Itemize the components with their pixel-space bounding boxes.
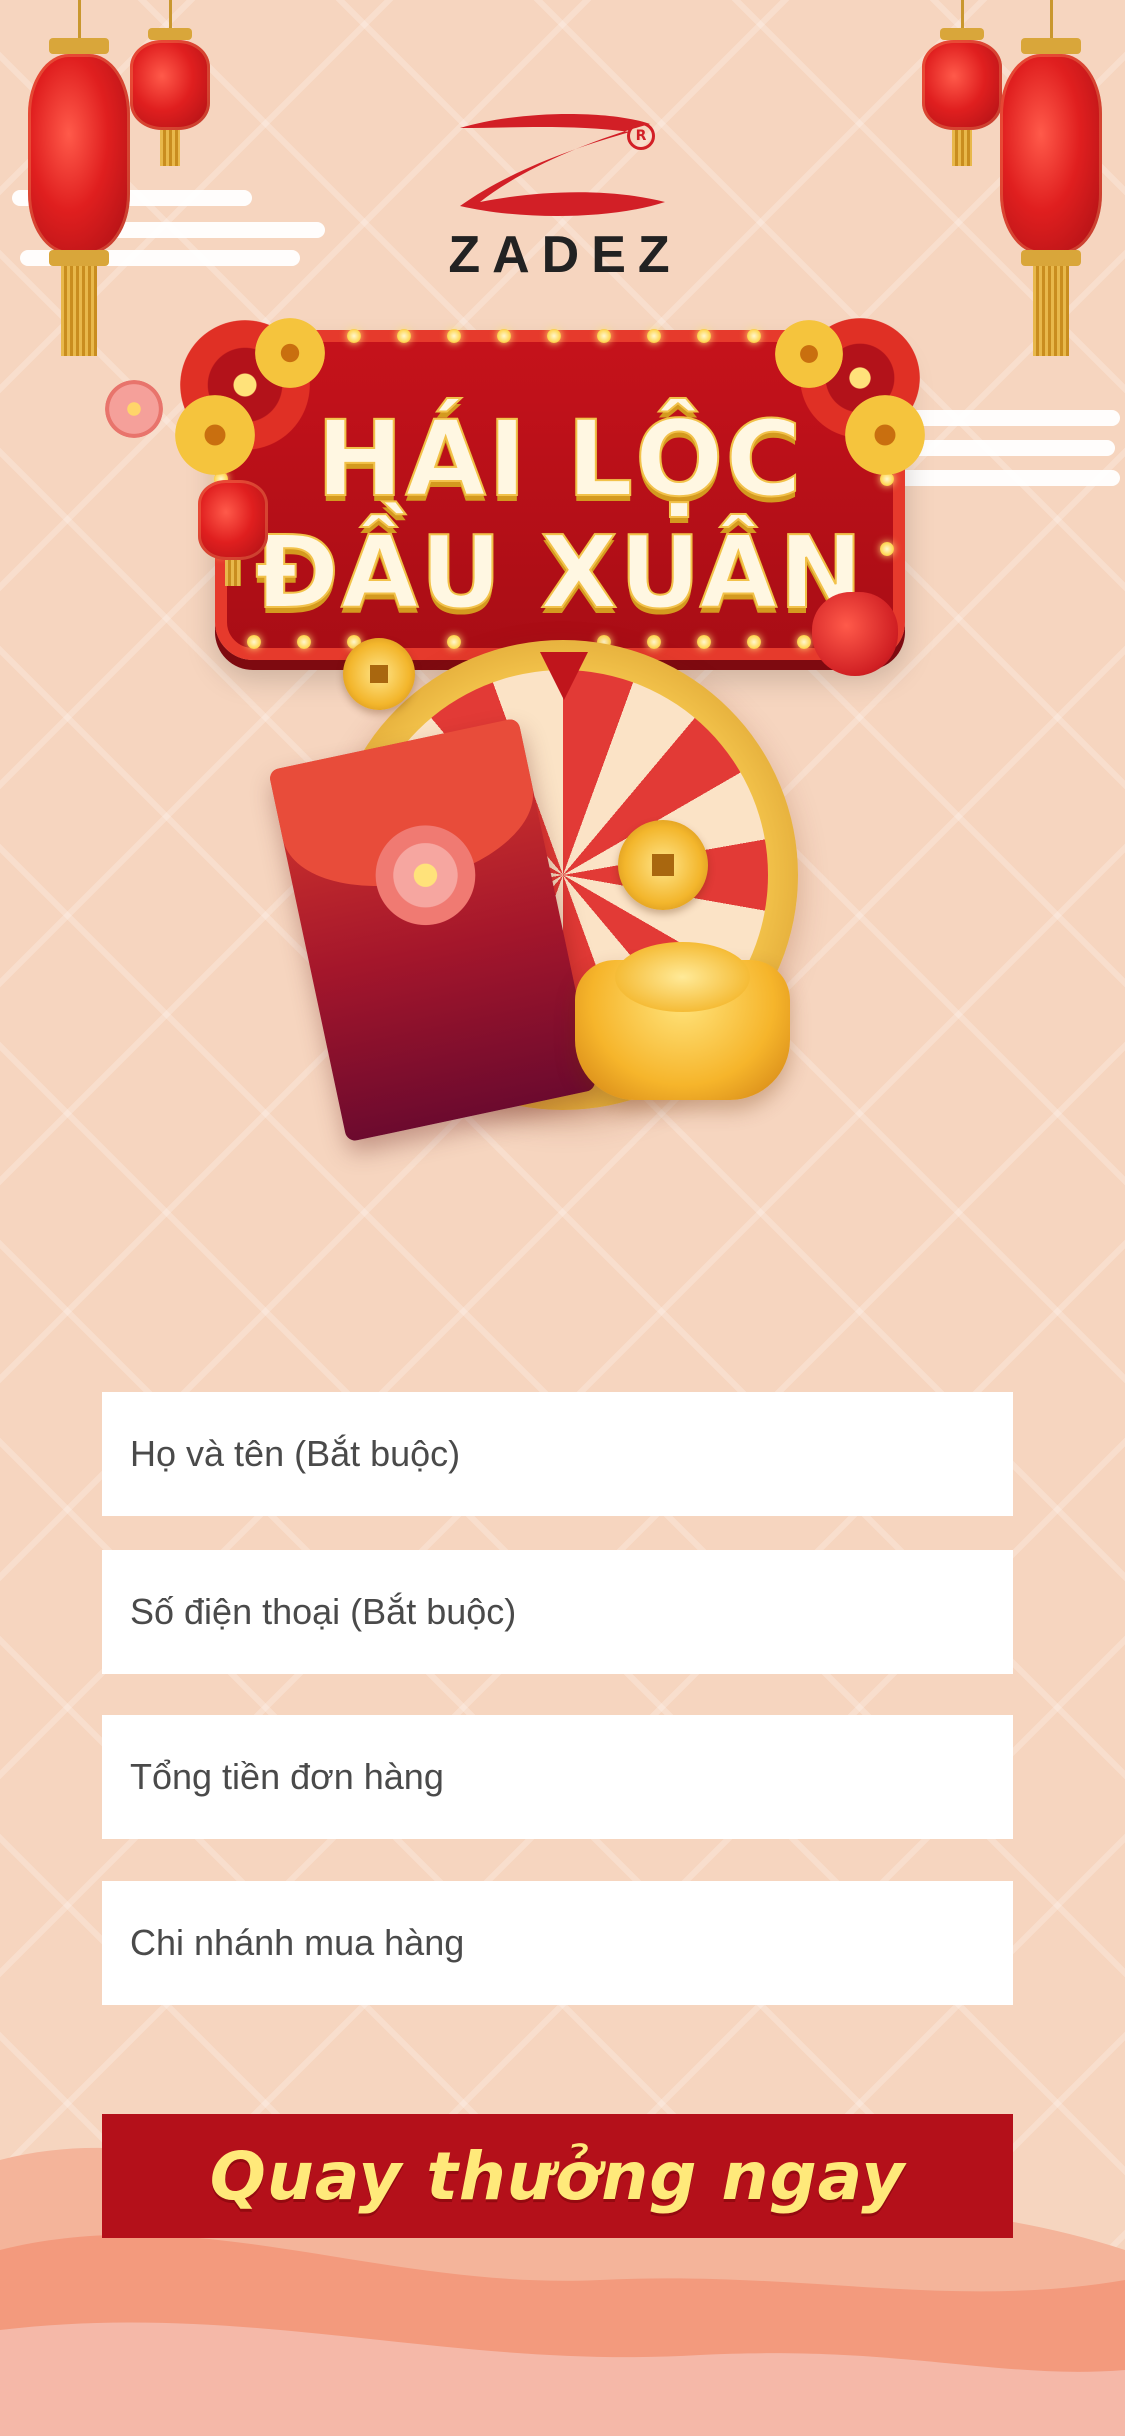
registered-mark: R (627, 122, 655, 150)
spin-now-button[interactable]: Quay thưởng ngay (102, 2114, 1013, 2238)
lantern-icon (28, 0, 130, 360)
order-total-input[interactable] (102, 1715, 1013, 1839)
lantern-icon (198, 480, 268, 590)
money-bag-icon (812, 592, 898, 676)
wheel-pointer-icon (540, 652, 588, 700)
cloud-decoration (900, 440, 1115, 456)
purchase-branch-input[interactable] (102, 1881, 1013, 2005)
lantern-icon (1000, 0, 1102, 360)
apricot-flower-icon (175, 395, 255, 475)
lantern-icon (922, 0, 1002, 170)
apricot-flower-icon (775, 320, 843, 388)
apricot-flower-icon (845, 395, 925, 475)
lantern-icon (130, 0, 210, 170)
page: R ZADEZ HÁI LỘC ĐẦU XUÂN Họ và tên (Bắt … (0, 0, 1125, 2436)
gold-coin-icon (343, 638, 415, 710)
apricot-flower-icon (255, 318, 325, 388)
apricot-flower-icon (105, 380, 163, 438)
brand-name: ZADEZ (448, 226, 682, 284)
full-name-input[interactable] (102, 1392, 1013, 1516)
cloud-decoration (110, 222, 325, 238)
banner-title-line2: ĐẦU XUÂN (254, 513, 865, 632)
gold-ingot-icon (575, 942, 790, 1100)
phone-number-input[interactable] (102, 1550, 1013, 1674)
gold-coin-icon (618, 820, 708, 910)
banner-title-line1: HÁI LỘC (315, 397, 804, 521)
